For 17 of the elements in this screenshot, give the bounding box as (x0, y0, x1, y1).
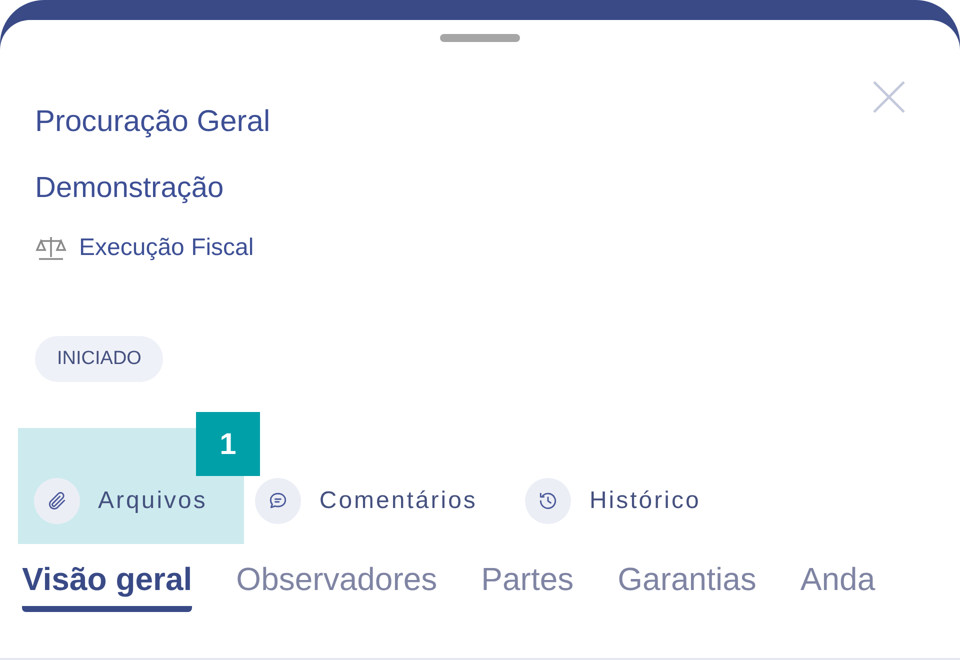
step-marker: 1 (196, 412, 260, 476)
sheet-subtitle: Demonstração (35, 171, 225, 206)
tab[interactable]: Visão geral (22, 558, 192, 612)
tab[interactable]: Garantias (618, 558, 756, 612)
action-button[interactable]: Arquivos (34, 478, 208, 524)
scale-icon (35, 235, 67, 261)
tab[interactable]: Partes (481, 558, 574, 612)
status-chip: INICIADO (35, 336, 164, 382)
tab[interactable]: Anda (800, 558, 876, 612)
tab[interactable]: Observadores (236, 558, 438, 612)
sheet-title: Procuração Geral (35, 104, 272, 140)
drag-handle[interactable] (440, 34, 520, 42)
action-button[interactable]: Histórico (525, 478, 701, 524)
action-button[interactable]: Comentários (255, 478, 478, 524)
close-icon[interactable] (872, 80, 906, 114)
category-label: Execução Fiscal (79, 233, 254, 263)
paperclip-icon (46, 490, 68, 512)
